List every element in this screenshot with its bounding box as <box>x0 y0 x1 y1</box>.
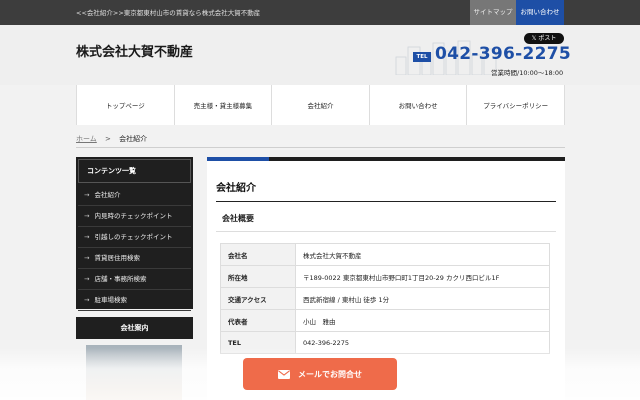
arrow-right-icon: → <box>84 296 90 304</box>
arrow-right-icon: → <box>84 254 90 262</box>
table-key: 会社名 <box>220 243 296 266</box>
breadcrumb-separator: > <box>105 135 111 143</box>
sidebar-item-label: 会社紹介 <box>94 191 121 199</box>
sidebar-item-label: 賃貸居住用検索 <box>94 254 140 262</box>
sidebar-contents: コンテンツ一覧 → 会社紹介 → 内見時のチェックポイント → 引越しのチェックポイン… <box>76 157 193 311</box>
arrow-right-icon: → <box>84 233 90 241</box>
site-logo[interactable]: 株式会社大賀不動産 <box>76 41 193 60</box>
company-info-table: 会社名 株式会社大賀不動産 所在地 〒189-0022 東京都東村山市野口町1丁… <box>220 243 550 354</box>
table-value: 〒189-0022 東京都東村山市野口町1丁目20-29 カクリ西口ビル1F <box>295 265 550 288</box>
sidebar-heading: コンテンツ一覧 <box>78 159 191 183</box>
business-hours: 営業時間/10:00～18:00 <box>491 69 564 77</box>
x-post-button[interactable]: 𝕏 ポスト <box>524 33 564 44</box>
table-row: 交通アクセス 西武新宿線 / 東村山 徒歩 1分 <box>220 287 550 310</box>
sidebar-item-store-office-search[interactable]: → 店舗・事務所検索 <box>78 269 191 290</box>
page-title: 会社紹介 <box>216 183 256 194</box>
breadcrumb-divider <box>76 147 565 148</box>
mail-icon <box>278 369 290 379</box>
table-value: 西武新宿線 / 東村山 徒歩 1分 <box>295 287 550 310</box>
sidebar-item-label: 引越しのチェックポイント <box>94 233 173 241</box>
top-breadcrumb-text[interactable]: <<会社紹介>>東京都東村山市の賃貸なら株式会社大賀不動産 <box>76 7 260 17</box>
table-row: 代表者 小山 雅由 <box>220 309 550 332</box>
sidebar-item-moving-checkpoints[interactable]: → 引越しのチェックポイント <box>78 227 191 248</box>
sitemap-link[interactable]: サイトマップ <box>470 0 516 25</box>
nav-item-owners[interactable]: 売主様・貸主様募集 <box>175 85 273 125</box>
sidebar-company-heading: 会社案内 <box>76 317 193 339</box>
sidebar-item-label: 駐車場検索 <box>94 296 127 304</box>
nav-item-company[interactable]: 会社紹介 <box>272 85 370 125</box>
nav-item-top[interactable]: トップページ <box>76 85 175 125</box>
arrow-right-icon: → <box>84 212 90 220</box>
breadcrumb-home-link[interactable]: ホーム <box>76 135 97 143</box>
sidebar-item-viewing-checkpoints[interactable]: → 内見時のチェックポイント <box>78 206 191 227</box>
nav-item-privacy[interactable]: プライバシーポリシー <box>467 85 565 125</box>
table-key: 代表者 <box>220 309 296 332</box>
mail-contact-button[interactable]: メールでお問合せ <box>243 358 397 390</box>
tel-badge: TEL <box>413 52 431 62</box>
mail-button-label: メールでお問合せ <box>298 369 362 379</box>
table-value: 小山 雅由 <box>295 309 550 332</box>
site-header: 株式会社大賀不動産 𝕏 ポスト TEL 042-396-2275 営業時間/10… <box>0 25 640 85</box>
table-key: 交通アクセス <box>220 287 296 310</box>
sidebar-item-label: 内見時のチェックポイント <box>94 212 173 220</box>
title-divider <box>216 201 556 202</box>
top-bar: <<会社紹介>>東京都東村山市の賃貸なら株式会社大賀不動産 サイトマップ お問い… <box>0 0 640 25</box>
global-nav: トップページ 売主様・貸主様募集 会社紹介 お問い合わせ プライバシーポリシー <box>76 85 565 125</box>
phone-number[interactable]: 042-396-2275 <box>435 44 571 64</box>
arrow-right-icon: → <box>84 275 90 283</box>
sidebar-item-residential-search[interactable]: → 賃貸居住用検索 <box>78 248 191 269</box>
sidebar-item-label: 店舗・事務所検索 <box>94 275 147 283</box>
breadcrumb: ホーム > 会社紹介 <box>76 134 147 144</box>
breadcrumb-current: 会社紹介 <box>119 135 148 143</box>
table-key: 所在地 <box>220 265 296 288</box>
table-row: 会社名 株式会社大賀不動産 <box>220 243 550 266</box>
nav-item-contact[interactable]: お問い合わせ <box>370 85 468 125</box>
table-row: 所在地 〒189-0022 東京都東村山市野口町1丁目20-29 カクリ西口ビル… <box>220 265 550 288</box>
table-value: 株式会社大賀不動産 <box>295 243 550 266</box>
arrow-right-icon: → <box>84 191 90 199</box>
sidebar-item-parking-search[interactable]: → 駐車場検索 <box>78 290 191 311</box>
contact-link[interactable]: お問い合わせ <box>516 0 564 25</box>
title-bar-accent <box>207 157 269 161</box>
section-subtitle: 会社概要 <box>216 208 556 232</box>
sidebar-item-company[interactable]: → 会社紹介 <box>78 185 191 206</box>
